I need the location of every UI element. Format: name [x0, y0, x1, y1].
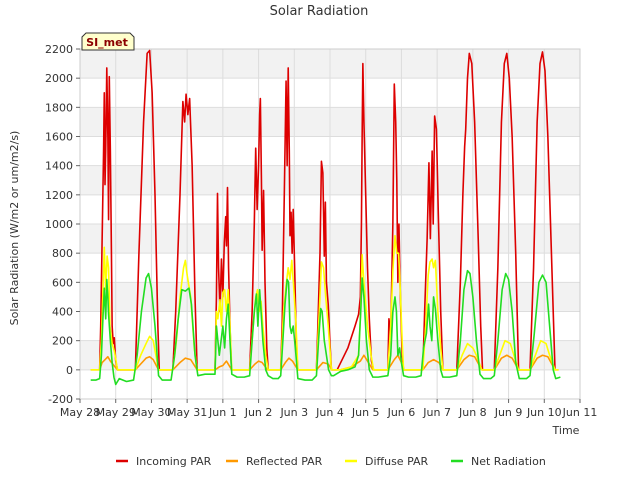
- y-tick-label: 0: [66, 364, 73, 377]
- y-tick-label: -200: [48, 393, 73, 406]
- solar-radiation-chart: -200 0 200 400 600 800 1000 1200 1400 1600 1800 200…: [8, 4, 597, 468]
- legend-item-reflected-par: Reflected PAR: [226, 455, 323, 468]
- y-tick-label: 600: [52, 276, 73, 289]
- x-tick-label: Jun 10: [526, 406, 562, 419]
- series-layer: [90, 49, 561, 386]
- y-axis-ticks: -200 0 200 400 600 800 1000 1200 1400 1600 1800 200…: [45, 43, 80, 406]
- legend-label: Incoming PAR: [136, 455, 212, 468]
- y-tick-label: 2000: [45, 72, 73, 85]
- x-tick-label: May 29: [96, 406, 136, 419]
- y-tick-label: 800: [52, 247, 73, 260]
- x-axis-ticks: May 28May 29May 30May 31 Jun 1 Jun 2 Jun 3 J…: [60, 399, 597, 419]
- legend-item-net-radiation: Net Radiation: [451, 455, 546, 468]
- x-tick-label: Jun 4: [315, 406, 344, 419]
- x-tick-label: Jun 5: [351, 406, 380, 419]
- x-tick-label: Jun 6: [387, 406, 416, 419]
- x-tick-label: May 28: [60, 406, 100, 419]
- y-tick-label: 1200: [45, 189, 73, 202]
- x-tick-label: May 31: [167, 406, 207, 419]
- legend-label: Net Radiation: [471, 455, 546, 468]
- y-tick-label: 200: [52, 335, 73, 348]
- legend-label: Diffuse PAR: [365, 455, 429, 468]
- y-tick-label: 2200: [45, 43, 73, 56]
- y-tick-label: 400: [52, 306, 73, 319]
- y-tick-label: 1600: [45, 131, 73, 144]
- x-tick-label: Jun 3: [279, 406, 308, 419]
- x-tick-label: Jun 9: [494, 406, 523, 419]
- x-tick-label: Jun 11: [562, 406, 598, 419]
- legend-item-incoming-par: Incoming PAR: [116, 455, 212, 468]
- y-tick-label: 1000: [45, 218, 73, 231]
- site-badge: SI_met: [81, 32, 135, 51]
- y-tick-label: 1400: [45, 160, 73, 173]
- x-tick-label: Jun 8: [458, 406, 487, 419]
- chart-title: Solar Radiation: [270, 4, 369, 19]
- x-tick-label: Jun 2: [244, 406, 273, 419]
- site-badge-label: SI_met: [86, 36, 128, 49]
- x-axis-label: Time: [552, 424, 580, 437]
- y-tick-label: 1800: [45, 101, 73, 114]
- legend: Incoming PAR Reflected PAR Diffuse PAR Net …: [116, 455, 546, 468]
- legend-item-diffuse-par: Diffuse PAR: [345, 455, 429, 468]
- x-tick-label: Jun 1: [208, 406, 237, 419]
- legend-label: Reflected PAR: [246, 455, 323, 468]
- x-tick-label: May 30: [131, 406, 171, 419]
- y-axis-label: Solar Radiation (W/m2 or um/m2/s): [8, 131, 21, 326]
- x-tick-label: Jun 7: [422, 406, 451, 419]
